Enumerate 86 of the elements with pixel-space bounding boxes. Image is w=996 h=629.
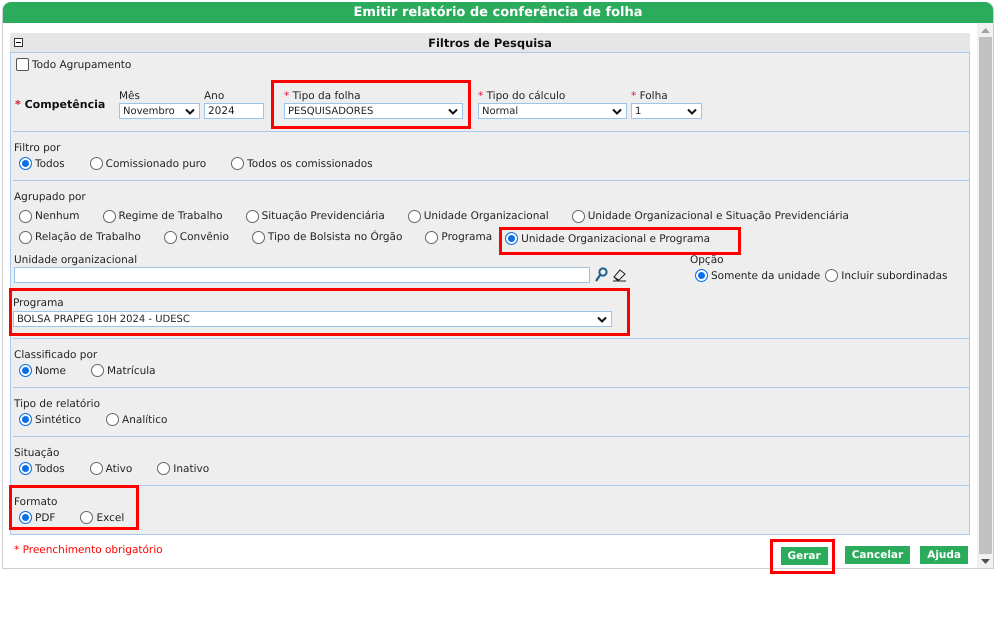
radio-button[interactable] [252,230,265,244]
radio-button[interactable] [19,511,32,524]
field-label: Filtro por [14,142,62,155]
radio-label: Inativo [173,462,210,474]
radio-label: Tipo de Bolsista no Órgão [268,231,402,243]
text-field[interactable] [14,267,590,283]
radio-button[interactable] [90,157,103,170]
scrollbar[interactable] [977,23,993,568]
panel-title: Filtros de Pesquisa [428,36,552,50]
radio-label: Analítico [122,414,168,426]
field-label: Programa [13,297,65,310]
radio-button[interactable] [505,232,518,245]
radio-label: Nome [35,364,66,376]
radio-label: Excel [96,512,124,524]
radio-button[interactable] [106,413,120,426]
field-label: * Competência [14,98,106,111]
radio-label: Todos [35,462,65,474]
chevron-down-icon[interactable] [612,108,622,114]
radio-label: Regime de Trabalho [118,210,223,222]
radio-button[interactable] [19,413,32,426]
required-note: * Preenchimento obrigatório [14,544,163,558]
eraser-icon[interactable] [612,268,627,282]
dropdown[interactable]: BOLSA PRAPEG 10H 2024 - UDESC [13,311,612,327]
field-label: Classificado por [14,349,98,362]
radio-label: PDF [35,512,56,524]
radio-button[interactable] [80,511,94,524]
chevron-down-icon[interactable] [597,316,607,322]
checkbox-label: Todo Agrupamento [32,58,132,70]
radio-button[interactable] [90,364,104,377]
radio-label: Unidade Organizacional e Situação Previdenciária [588,210,849,222]
radio-button[interactable] [157,462,170,475]
radio-label: Todos [35,158,65,170]
radio-label: Incluir subordinadas [841,270,948,282]
field-label: Situação [14,447,60,460]
radio-label: Nenhum [35,210,80,222]
radio-button[interactable] [408,210,421,222]
radio-label: Matrícula [106,364,156,376]
radio-button[interactable] [425,230,438,244]
radio-button[interactable] [572,210,585,222]
field-label: Formato [14,496,58,509]
field-label: * Tipo da folha [284,90,362,103]
radio-label: Unidade Organizacional [424,210,549,222]
dropdown[interactable]: Novembro [119,103,200,119]
field-label: * Tipo do cálculo [478,90,566,103]
field-label: Tipo de relatório [14,398,101,411]
field-label: Ano [204,90,226,103]
radio-button[interactable] [164,230,177,244]
field-label: Mês [119,90,141,103]
field-label: Agrupado por [14,191,87,204]
chevron-down-icon[interactable] [448,108,458,114]
radio-button[interactable] [19,210,32,222]
radio-label: Convênio [180,231,229,243]
field-label: Unidade organizacional [14,254,138,267]
radio-label: Relação de Trabalho [35,231,141,243]
radio-label: Todos os comissionados [247,158,373,170]
chevron-down-icon[interactable] [185,108,195,114]
field-label: Opção [690,254,725,267]
radio-label: Unidade Organizacional e Programa [521,232,710,244]
search-icon[interactable] [594,267,608,283]
scroll-down-icon[interactable] [980,559,990,564]
radio-button[interactable] [19,462,32,475]
radio-label: Somente da unidade [711,270,820,282]
radio-label: Sintético [35,414,82,426]
collapse-icon[interactable] [14,38,23,47]
checkbox[interactable] [16,58,29,71]
dropdown[interactable]: Normal [478,103,627,119]
text-field[interactable]: 2024 [204,103,264,119]
radio-button[interactable] [90,462,103,475]
radio-label: Programa [441,231,492,243]
radio-button[interactable] [19,157,32,170]
dropdown[interactable]: 1 [631,103,702,119]
field-label: * Folha [631,90,669,103]
radio-label: Comissionado puro [106,158,206,170]
radio-button[interactable] [19,364,32,377]
dialog-title: Emitir relatório de conferência de folha [3,2,993,23]
radio-button[interactable] [825,269,838,282]
radio-label: Situação Previdenciária [262,210,385,222]
radio-button[interactable] [19,230,32,244]
chevron-down-icon[interactable] [687,108,697,114]
dropdown[interactable]: PESQUISADORES [284,103,463,119]
radio-button[interactable] [102,210,116,222]
radio-button[interactable] [231,157,244,170]
radio-button[interactable] [695,269,708,282]
scrollbar-thumb[interactable] [978,37,992,554]
radio-button[interactable] [246,210,259,222]
radio-label: Ativo [106,462,132,474]
